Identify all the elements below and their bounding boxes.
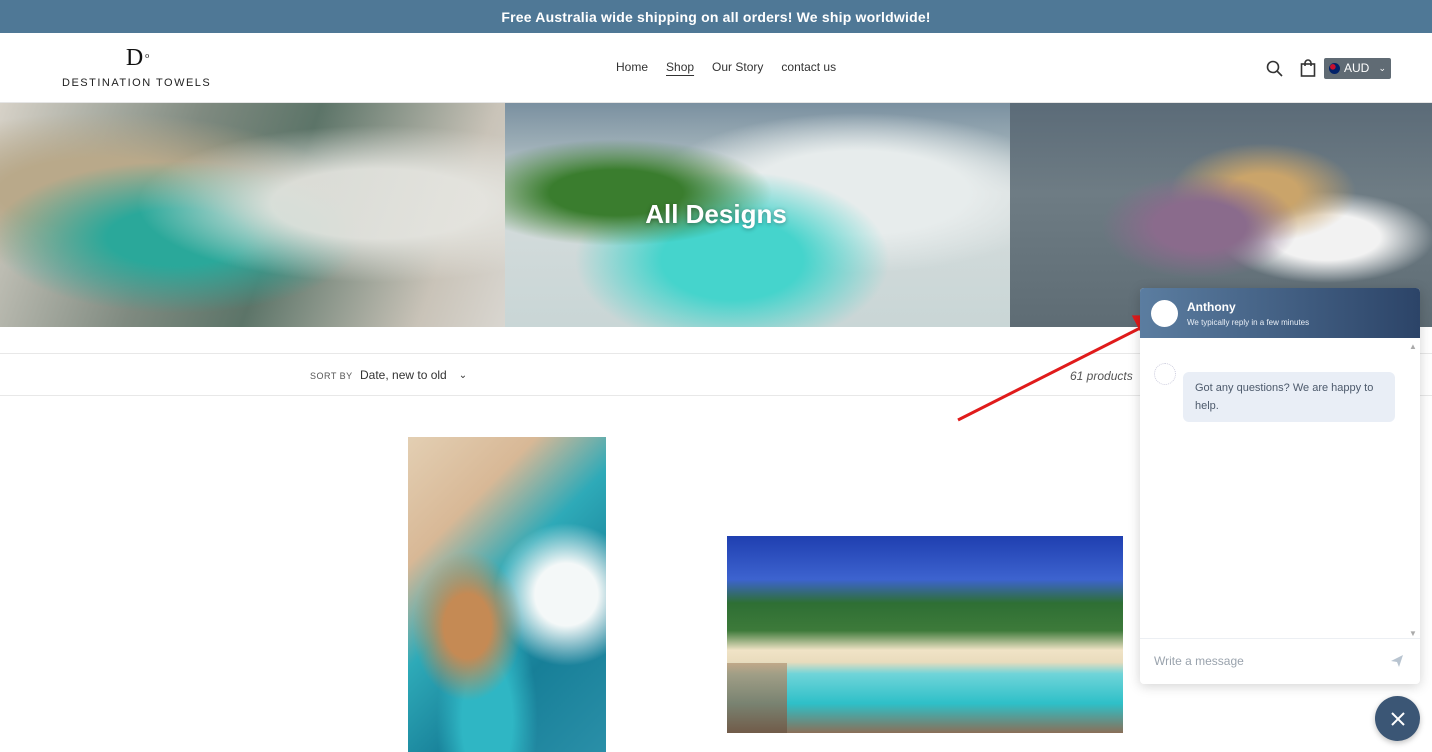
sort-value: Date, new to old	[360, 368, 447, 382]
product-image-2[interactable]	[727, 536, 1123, 733]
agent-name: Anthony	[1187, 300, 1236, 314]
send-icon[interactable]	[1390, 654, 1404, 673]
product-image-1[interactable]	[408, 437, 606, 752]
scroll-up-icon[interactable]: ▲	[1409, 342, 1417, 351]
chat-footer: Write a message	[1140, 638, 1420, 684]
logo[interactable]: Do DESTINATION TOWELS	[62, 45, 212, 89]
agent-status: We typically reply in a few minutes	[1187, 318, 1310, 327]
chevron-down-icon: ⌄	[1378, 62, 1386, 73]
chat-message-input[interactable]: Write a message	[1154, 654, 1244, 668]
product-count: 61 products	[1070, 369, 1133, 383]
nav-item-our-story[interactable]: Our Story	[712, 60, 763, 74]
agent-avatar	[1151, 300, 1178, 327]
currency-label: AUD	[1344, 61, 1370, 75]
chat-widget: Anthony We typically reply in a few minu…	[1140, 288, 1420, 684]
close-icon	[1390, 711, 1405, 726]
nav-item-shop[interactable]: Shop	[666, 60, 694, 74]
chevron-down-icon: ⌄	[458, 369, 468, 381]
chat-header: Anthony We typically reply in a few minu…	[1140, 288, 1420, 338]
chat-body: Got any questions? We are happy to help.	[1140, 338, 1420, 638]
cart-icon[interactable]	[1296, 56, 1320, 80]
currency-selector[interactable]: AUD ⌄	[1324, 57, 1391, 79]
sort-label: SORT BY	[310, 371, 353, 381]
announcement-bar: Free Australia wide shipping on all orde…	[0, 0, 1432, 33]
header-icons: AUD ⌄	[1262, 56, 1391, 80]
logo-text: DESTINATION TOWELS	[62, 77, 212, 89]
chat-message: Got any questions? We are happy to help.	[1183, 372, 1395, 422]
search-icon[interactable]	[1262, 56, 1286, 80]
page-title: All Designs	[645, 199, 787, 229]
chat-scrollbar[interactable]: ▲ ▼	[1408, 342, 1418, 638]
logo-mark: Do	[125, 45, 150, 71]
bot-avatar-icon	[1154, 363, 1176, 385]
nav-item-home[interactable]: Home	[616, 60, 648, 74]
announcement-text: Free Australia wide shipping on all orde…	[501, 8, 931, 25]
site-header: Do DESTINATION TOWELS Home Shop Our Stor…	[0, 33, 1432, 103]
australia-flag-icon	[1329, 62, 1340, 74]
main-nav: Home Shop Our Story contact us	[616, 60, 854, 74]
nav-item-contact-us[interactable]: contact us	[781, 60, 836, 74]
sort-select[interactable]: Date, new to old ⌄	[360, 368, 467, 382]
scroll-down-icon[interactable]: ▼	[1409, 629, 1417, 638]
chat-close-button[interactable]	[1375, 696, 1420, 741]
